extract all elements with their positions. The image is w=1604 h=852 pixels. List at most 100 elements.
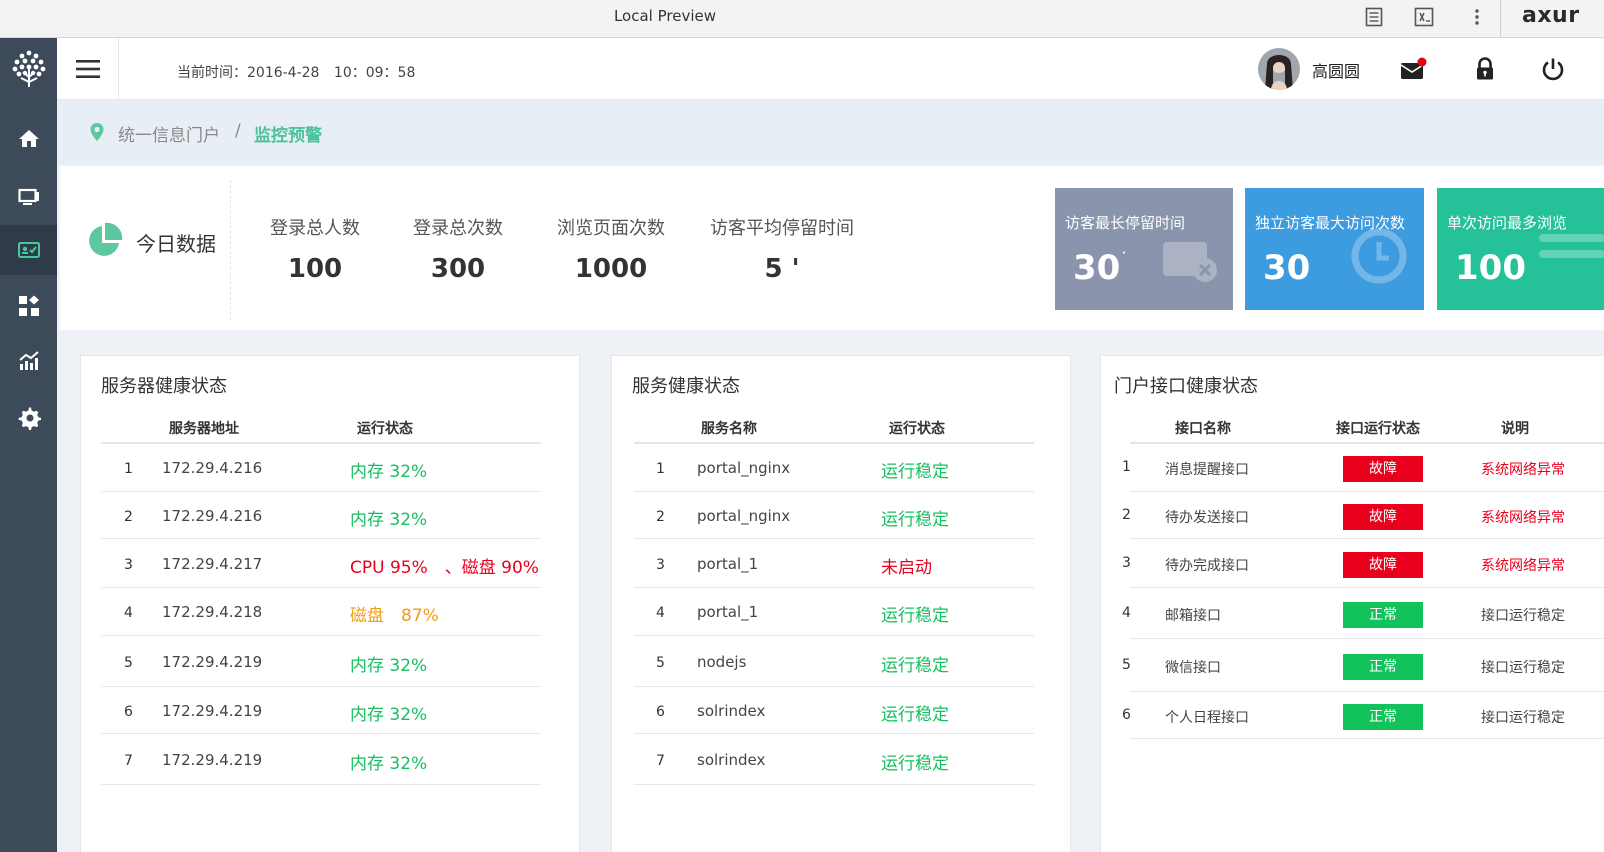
sidebar: [0, 38, 57, 852]
table-row: 4 邮箱接口 正常 接口运行稳定: [1122, 588, 1604, 639]
stat-value: 1000: [574, 254, 648, 284]
server-address: 172.29.4.216: [162, 459, 263, 477]
sidebar-item-monitor[interactable]: [0, 172, 57, 222]
server-address: 172.29.4.219: [162, 653, 263, 671]
gear-icon: [18, 407, 41, 430]
table-row: 3 172.29.4.217 CPU 95% 、磁盘 90%: [101, 539, 541, 588]
card-most-browse[interactable]: 单次访问最多浏览 100: [1437, 188, 1604, 310]
interface-note: 接口运行稳定: [1481, 660, 1565, 676]
card-longest-stay[interactable]: 访客最长停留时间 30 ′: [1055, 188, 1233, 310]
interface-status-badge: 故障: [1343, 456, 1423, 482]
service-status: 运行稳定: [881, 510, 949, 530]
column-header: 说明: [1501, 421, 1529, 437]
row-index: 2: [1122, 507, 1131, 523]
service-status: 未启动: [881, 558, 932, 578]
table-row: 1 portal_nginx 运行稳定: [634, 444, 1034, 492]
interface-name: 待办发送接口: [1165, 510, 1249, 526]
stat-label: 浏览页面次数: [557, 218, 665, 239]
card-max-visits[interactable]: 独立访客最大访问次数 30: [1245, 188, 1424, 310]
interface-status-badge: 正常: [1343, 704, 1423, 730]
lock-button[interactable]: [1471, 55, 1499, 83]
card-value: 30 ′: [1073, 248, 1127, 288]
table-row: 6 172.29.4.219 内存 32%: [101, 687, 541, 734]
table-header: 接口名称 接口运行状态 说明: [1130, 412, 1604, 444]
server-status: 内存 32%: [350, 754, 428, 774]
today-data-label: 今日数据: [136, 232, 216, 256]
service-status: 运行稳定: [881, 705, 949, 725]
stat-label: 访客平均停留时间: [710, 218, 854, 239]
browser-title: Local Preview: [613, 7, 717, 25]
browser-toolbar: Local Preview axur: [0, 0, 1604, 38]
row-index: 3: [1122, 555, 1131, 571]
table-row: 7 172.29.4.219 内存 32%: [101, 734, 541, 785]
table-row: 3 待办完成接口 故障 系统网络异常: [1122, 539, 1604, 588]
logout-button[interactable]: [1539, 55, 1567, 83]
interface-name: 个人日程接口: [1165, 710, 1249, 726]
row-index: 7: [124, 753, 133, 769]
interface-note: 接口运行稳定: [1481, 608, 1565, 624]
table-row: 6 个人日程接口 正常 接口运行稳定: [1122, 692, 1604, 739]
row-index: 1: [124, 461, 133, 477]
stat-page-views: 浏览页面次数 1000: [557, 214, 665, 284]
table-row: 3 portal_1 未启动: [634, 539, 1034, 588]
row-index: 5: [1122, 657, 1131, 673]
row-index: 5: [656, 655, 665, 671]
server-status: 磁盘 87%: [350, 606, 439, 626]
stat-value: 100: [287, 254, 343, 284]
row-index: 6: [656, 704, 665, 720]
server-status: 内存 32%: [350, 510, 428, 530]
location-pin-icon: [89, 122, 105, 146]
row-index: 3: [124, 557, 133, 573]
menu-toggle-button[interactable]: [57, 38, 119, 100]
id-card-icon: [17, 242, 40, 258]
interface-note: 接口运行稳定: [1481, 710, 1565, 726]
service-name: portal_nginx: [697, 507, 791, 525]
document-icon[interactable]: [1362, 5, 1386, 29]
table-header: 服务名称 运行状态: [634, 412, 1034, 444]
sidebar-item-apps[interactable]: [0, 281, 57, 331]
table-header: 服务器地址 运行状态: [101, 412, 541, 444]
service-name: portal_nginx: [697, 459, 791, 477]
sidebar-item-home[interactable]: [0, 113, 57, 163]
hamburger-icon: [75, 60, 100, 78]
table-row: 1 消息提醒接口 故障 系统网络异常: [1122, 444, 1604, 492]
more-vertical-icon[interactable]: [1465, 5, 1489, 29]
service-name: portal_1: [697, 603, 759, 621]
service-name: nodejs: [697, 653, 747, 671]
row-index: 5: [124, 655, 133, 671]
breadcrumb-home-link[interactable]: 统一信息门户: [118, 121, 220, 146]
column-header: 运行状态: [889, 421, 945, 437]
table-row: 7 solrindex 运行稳定: [634, 734, 1034, 785]
apps-grid-icon: [18, 295, 39, 316]
current-date-label: 当前时间：2016-4-28: [177, 65, 320, 81]
server-address: 172.29.4.218: [162, 603, 263, 621]
mail-button[interactable]: [1400, 55, 1428, 83]
sidebar-item-settings[interactable]: [0, 393, 57, 443]
table-row: 2 portal_nginx 运行稳定: [634, 492, 1034, 539]
sidebar-item-analytics[interactable]: [0, 336, 57, 386]
interface-note: 系统网络异常: [1481, 510, 1565, 526]
user-name[interactable]: 高圆圆: [1312, 58, 1360, 82]
monitor-icon: [17, 188, 39, 205]
service-status: 运行稳定: [881, 754, 949, 774]
table-row: 5 172.29.4.219 内存 32%: [101, 636, 541, 687]
row-index: 7: [656, 753, 665, 769]
avatar[interactable]: [1258, 48, 1300, 90]
interface-name: 邮箱接口: [1165, 608, 1221, 624]
table-row: 1 172.29.4.216 内存 32%: [101, 444, 541, 492]
current-time: 当前时间：2016-4-28 10：09：58: [177, 62, 425, 82]
breadcrumb: 统一信息门户 / 监控预警: [57, 100, 1604, 164]
stat-value: 300: [430, 254, 486, 284]
stat-label: 登录总人数: [270, 218, 360, 239]
service-status: 运行稳定: [881, 462, 949, 482]
stats-divider: [230, 180, 231, 320]
clipboard-icon: [1163, 242, 1217, 282]
formula-icon[interactable]: [1412, 5, 1436, 29]
clock-icon: [1351, 228, 1407, 284]
interface-name: 消息提醒接口: [1165, 462, 1249, 478]
sidebar-item-warning[interactable]: [0, 225, 57, 275]
panel-title: 服务器健康状态: [101, 376, 227, 397]
server-status: CPU 95% 、磁盘 90%: [350, 558, 539, 578]
row-index: 2: [656, 509, 665, 525]
service-health-panel: 服务健康状态 服务名称 运行状态 1 portal_nginx 运行稳定 2 porta…: [611, 355, 1071, 852]
